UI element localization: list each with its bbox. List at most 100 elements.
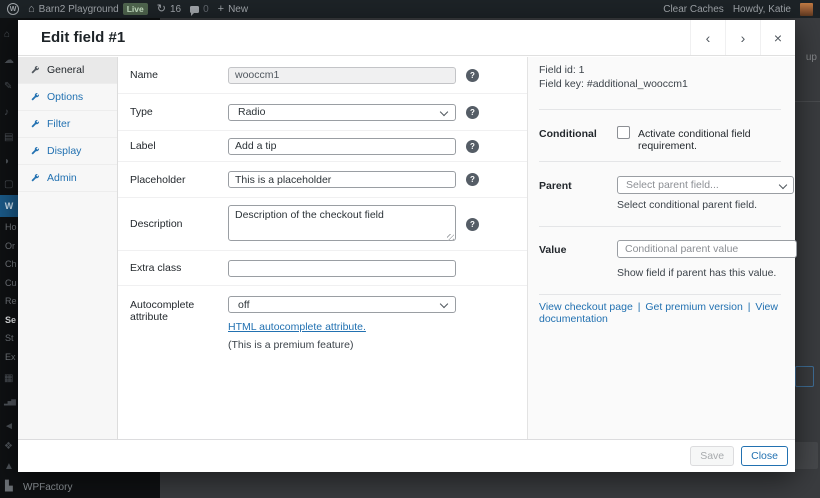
value-field[interactable] — [617, 240, 797, 258]
value-helper: Show field if parent has this value. — [617, 267, 777, 279]
wrench-icon — [31, 174, 39, 182]
extra-class-field[interactable] — [228, 259, 456, 277]
form-row-autocomplete: Autocomplete attribute off HTML autocomp… — [118, 286, 527, 361]
label-field[interactable] — [228, 137, 456, 155]
howdy-menu[interactable]: Howdy, Katie — [733, 4, 791, 15]
description-wrap: Description of the checkout field — [228, 204, 456, 244]
form-row-placeholder: Placeholder ? — [118, 162, 527, 198]
avatar[interactable] — [800, 2, 813, 16]
autocomplete-select-value: off — [238, 298, 250, 311]
sidebar-item-customers[interactable]: Cu — [5, 278, 17, 288]
feedback-icon[interactable]: ▢ — [4, 180, 13, 190]
type-label: Type — [130, 106, 153, 118]
tab-general[interactable]: General — [18, 57, 117, 84]
type-select-value: Radio — [238, 106, 266, 118]
factory-icon: ▙ — [5, 481, 13, 492]
comments-sidebar-icon[interactable]: ◗ — [4, 157, 10, 167]
sidebar-item-orders[interactable]: Or — [5, 241, 15, 251]
clear-caches-button[interactable]: Clear Caches — [663, 4, 724, 15]
name-field[interactable] — [228, 66, 456, 84]
tab-label: Admin — [47, 172, 77, 184]
jetpack-cloud-icon[interactable]: ☁ — [4, 56, 14, 66]
type-select[interactable]: Radio — [228, 103, 456, 121]
conditional-checkbox-label: Activate conditional field requirement. — [638, 128, 751, 152]
tab-display[interactable]: Display — [18, 138, 117, 165]
sidebar-item-wpfactory[interactable]: ▙ WPFactory — [0, 478, 160, 498]
placeholder-field[interactable] — [228, 171, 456, 188]
new-menu[interactable]: + New — [218, 3, 249, 15]
posts-icon[interactable]: ✎ — [4, 82, 12, 92]
media-icon[interactable]: ♪ — [4, 108, 9, 118]
analytics-icon[interactable]: ▂▅▇ — [4, 400, 16, 406]
woocommerce-menu-icon[interactable]: W — [0, 195, 18, 217]
plugins-icon[interactable]: ❖ — [4, 442, 13, 452]
help-icon[interactable]: ? — [466, 139, 479, 153]
parent-select-placeholder: Select parent field... — [626, 179, 719, 191]
sidebar-item-reports[interactable]: Re — [5, 296, 17, 306]
sidebar-item-settings[interactable]: Se — [5, 315, 16, 325]
view-checkout-page-link[interactable]: View checkout page — [539, 301, 633, 313]
sidebar-item-extensions[interactable]: Ex — [5, 352, 16, 362]
wrench-icon — [31, 120, 39, 128]
pages-icon[interactable]: ▤ — [4, 133, 13, 143]
admin-bar: W ⌂ Barn2 Playground Live ↻ 16 0 + New C… — [0, 0, 820, 18]
autocomplete-doc-link[interactable]: HTML autocomplete attribute. — [228, 321, 456, 333]
update-icon: ↻ — [156, 2, 166, 15]
site-name[interactable]: Barn2 Playground — [39, 4, 119, 15]
general-form: Name ? Type Radio ? Label ? Placeholder … — [118, 57, 527, 439]
get-premium-version-link[interactable]: Get premium version — [645, 301, 742, 313]
tools-icon[interactable]: ▲ — [4, 462, 14, 472]
edit-field-modal: Edit field #1 ‹ › × General Options Filt… — [18, 20, 797, 472]
save-button[interactable]: Save — [690, 446, 735, 466]
autocomplete-label: Autocomplete attribute — [130, 299, 195, 323]
chevron-down-icon — [439, 299, 449, 309]
form-row-description: Description Description of the checkout … — [118, 198, 527, 251]
sidebar-item-checkout[interactable]: Ch — [5, 259, 17, 269]
form-row-label: Label ? — [118, 131, 527, 162]
next-field-button[interactable]: › — [725, 20, 760, 55]
form-row-extra-class: Extra class — [118, 251, 527, 286]
update-count: 16 — [169, 3, 182, 15]
parent-label: Parent — [539, 180, 572, 192]
comment-count: 0 — [203, 3, 209, 15]
updates-menu[interactable]: ↻ 16 — [156, 2, 182, 15]
help-icon[interactable]: ? — [466, 105, 479, 119]
description-label: Description — [130, 218, 183, 230]
wrench-icon — [31, 147, 39, 155]
marketing-icon[interactable]: ◄ — [4, 422, 14, 432]
close-modal-button[interactable]: × — [760, 20, 795, 55]
help-icon[interactable]: ? — [466, 217, 479, 231]
conditional-checkbox[interactable] — [617, 126, 630, 139]
tab-options[interactable]: Options — [18, 84, 117, 111]
modal-title: Edit field #1 — [41, 29, 126, 46]
side-links: View checkout page | Get premium version… — [539, 301, 795, 325]
dashboard-icon[interactable]: ⌂ — [4, 30, 10, 40]
sidebar-item-home[interactable]: Ho — [5, 222, 17, 232]
field-id: Field id: 1 — [539, 64, 585, 76]
description-field[interactable]: Description of the checkout field — [228, 204, 456, 241]
new-label: New — [228, 3, 249, 15]
side-panel: Field id: 1 Field key: #additional_woocc… — [527, 57, 797, 439]
close-icon: × — [773, 29, 783, 46]
help-icon[interactable]: ? — [466, 68, 479, 82]
form-row-name: Name ? — [118, 57, 527, 94]
site-menu[interactable]: ⌂ Barn2 Playground Live — [28, 3, 148, 15]
tab-filter[interactable]: Filter — [18, 111, 117, 138]
previous-field-button[interactable]: ‹ — [690, 20, 725, 55]
parent-helper: Select conditional parent field. — [617, 199, 758, 211]
tab-label: Options — [47, 91, 84, 103]
products-icon[interactable]: ▦ — [4, 374, 13, 384]
help-icon[interactable]: ? — [466, 173, 479, 186]
parent-select[interactable]: Select parent field... — [617, 176, 794, 194]
wordpress-logo-icon[interactable]: W — [7, 3, 19, 15]
side-divider — [539, 161, 781, 162]
tab-admin[interactable]: Admin — [18, 165, 117, 192]
side-divider — [539, 294, 781, 295]
close-button[interactable]: Close — [741, 446, 788, 466]
comments-menu[interactable]: 0 — [190, 3, 209, 16]
premium-note: (This is a premium feature) — [228, 339, 354, 351]
autocomplete-select[interactable]: off — [228, 296, 456, 313]
sidebar-item-status[interactable]: St — [5, 333, 14, 343]
side-divider — [539, 226, 781, 227]
conditional-label: Conditional — [539, 128, 597, 140]
